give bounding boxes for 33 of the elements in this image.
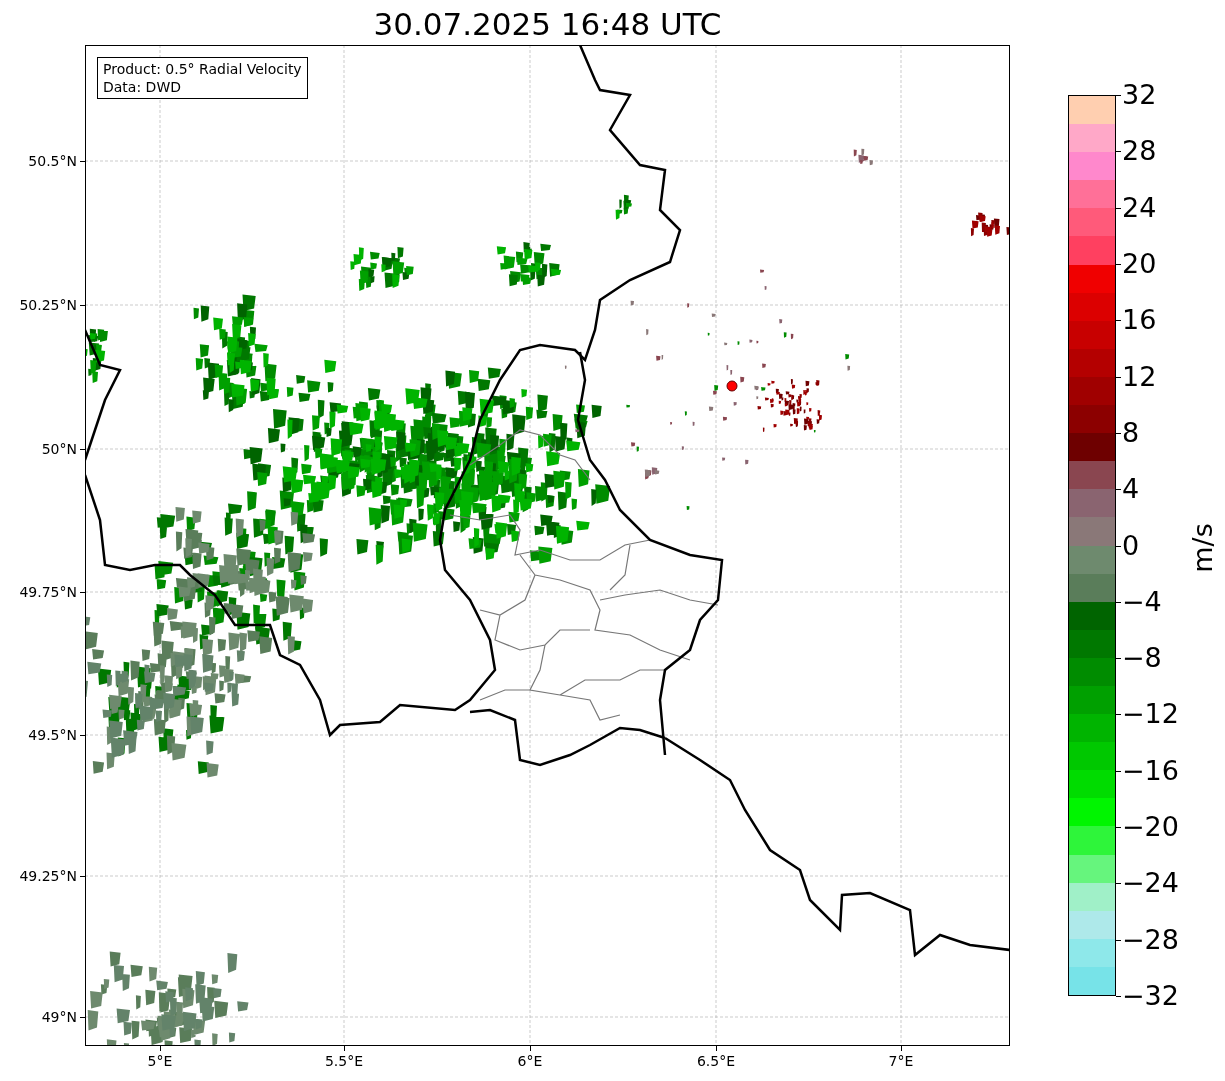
latitude-label: 49°N bbox=[41, 1008, 77, 1026]
colorbar-tick-label: 16 bbox=[1122, 304, 1157, 337]
longitude-label: 7°E bbox=[887, 1052, 915, 1070]
colorbar-tick-label: −8 bbox=[1122, 642, 1162, 675]
colorbar-tick-label: 4 bbox=[1122, 473, 1140, 506]
colorbar-tick-label: 8 bbox=[1122, 416, 1140, 449]
colorbar-tick-label: 24 bbox=[1122, 191, 1157, 224]
longitude-label: 5.5°E bbox=[323, 1052, 365, 1070]
colorbar-tick-label: 0 bbox=[1122, 529, 1140, 562]
info-text: Product: 0.5° Radial Velocity bbox=[103, 60, 302, 78]
latitude-label: 49.5°N bbox=[28, 726, 77, 744]
colorbar-tick-label: 32 bbox=[1122, 79, 1157, 111]
latitude-label: 49.25°N bbox=[19, 867, 77, 885]
colorbar-tick-label: −28 bbox=[1122, 923, 1179, 956]
colorbar-tick-label: 28 bbox=[1122, 135, 1157, 168]
info-text: Data: DWD bbox=[103, 78, 182, 96]
latitude-label: 49.75°N bbox=[19, 583, 77, 601]
longitude-label: 6.5°E bbox=[695, 1052, 737, 1070]
longitude-label: 6°E bbox=[516, 1052, 544, 1070]
latitude-label: 50°N bbox=[41, 440, 77, 458]
longitude-label: 5°E bbox=[146, 1052, 174, 1070]
colorbar-unit-label: m/s bbox=[1187, 523, 1219, 573]
colorbar-tick-label: −20 bbox=[1122, 811, 1179, 844]
colorbar-tick-label: 12 bbox=[1122, 360, 1157, 393]
colorbar-tick-label: −12 bbox=[1122, 698, 1179, 731]
colorbar-tick-label: −16 bbox=[1122, 754, 1179, 787]
colorbar-tick-label: −32 bbox=[1122, 980, 1179, 1012]
colorbar-tick-label: 20 bbox=[1122, 247, 1157, 280]
colorbar-tick-label: −4 bbox=[1122, 585, 1162, 618]
colorbar-tick-label: −24 bbox=[1122, 867, 1179, 900]
latitude-label: 50.5°N bbox=[28, 152, 77, 170]
latitude-label: 50.25°N bbox=[19, 296, 77, 314]
chart-title: 30.07.2025 16:48 UTC bbox=[372, 5, 723, 44]
